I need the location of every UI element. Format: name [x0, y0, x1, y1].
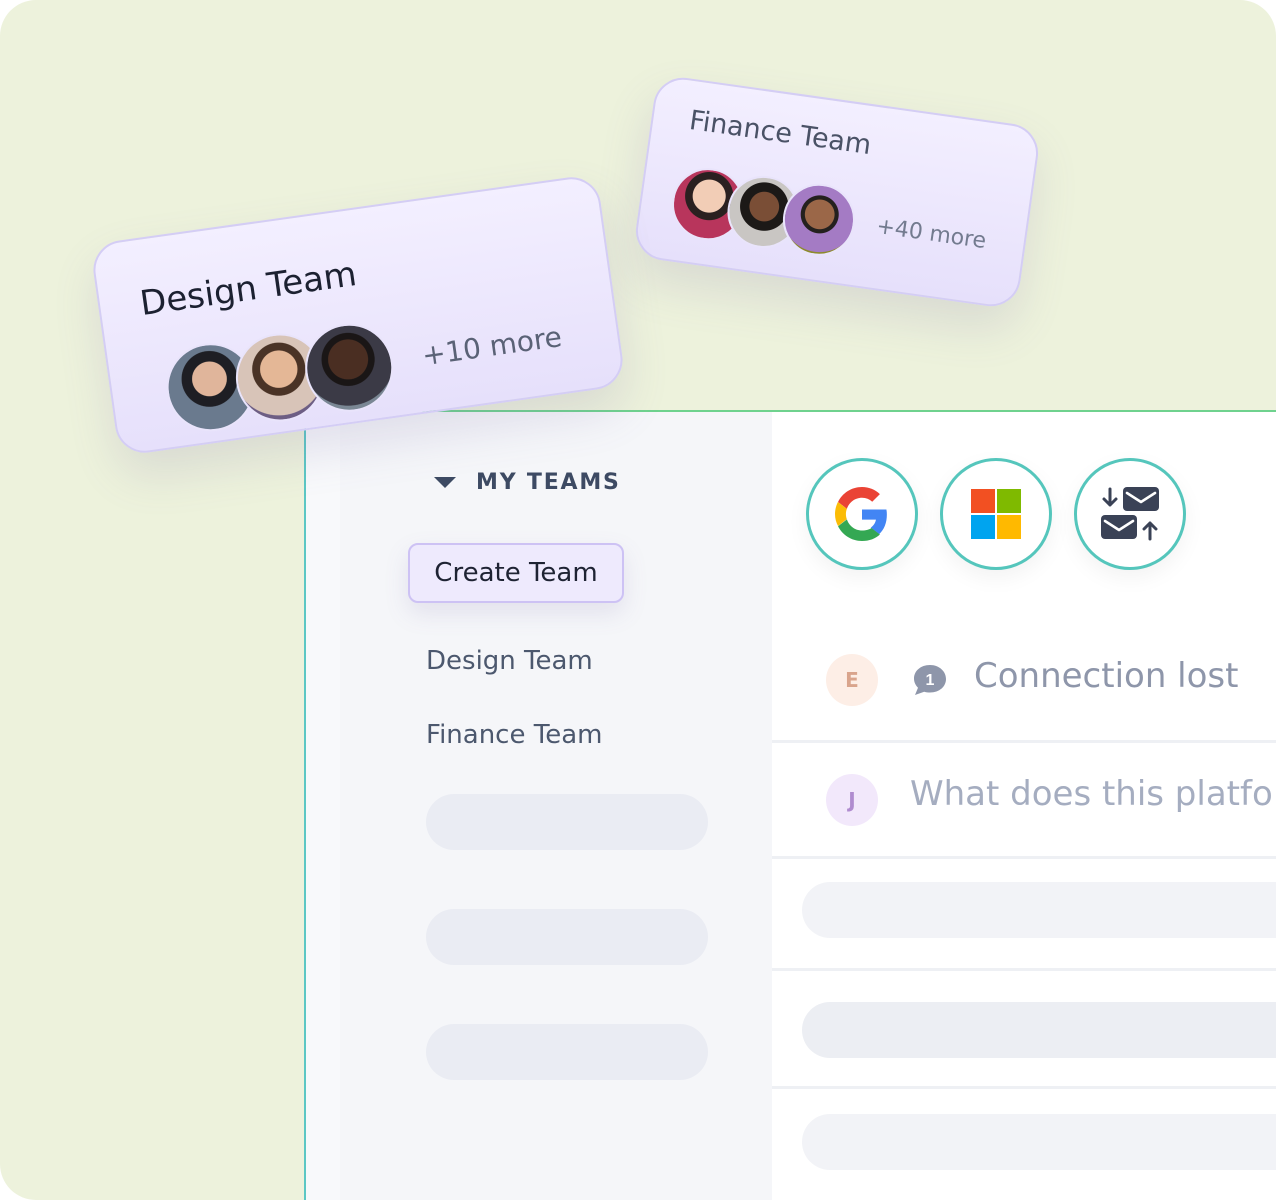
sidebar-placeholder — [426, 909, 708, 965]
sidebar-item-design-team[interactable]: Design Team — [426, 646, 593, 676]
my-teams-label: MY TEAMS — [476, 470, 621, 495]
mail-sync-button[interactable] — [1074, 458, 1186, 570]
card-title: Finance Team — [687, 104, 874, 162]
microsoft-icon — [971, 489, 1021, 539]
avatar: J — [826, 774, 878, 826]
create-team-button[interactable]: Create Team — [408, 543, 624, 603]
sidebar-item-finance-team[interactable]: Finance Team — [426, 720, 602, 750]
message-placeholder — [802, 1002, 1276, 1058]
more-count: +10 more — [420, 320, 564, 373]
message-placeholder — [802, 882, 1276, 938]
finance-team-card[interactable]: Finance Team +40 more — [632, 73, 1042, 311]
sidebar: MY TEAMS Create Team Design Team Finance… — [340, 412, 772, 1200]
comment-count-icon: 1 — [914, 665, 946, 695]
my-teams-toggle[interactable]: MY TEAMS — [434, 470, 621, 495]
provider-list — [806, 458, 1186, 570]
message-text: Connection lost — [974, 656, 1239, 696]
google-icon — [835, 487, 887, 541]
main-panel: E 1 Connection lost J What does this pla… — [772, 412, 1276, 1200]
card-title: Design Team — [137, 254, 360, 324]
microsoft-button[interactable] — [940, 458, 1052, 570]
avatar: E — [826, 654, 878, 706]
message-placeholder — [802, 1114, 1276, 1170]
caret-down-icon — [434, 477, 456, 488]
more-count: +40 more — [874, 213, 988, 255]
message-row[interactable]: J What does this platfo — [772, 740, 1276, 859]
message-row[interactable]: E 1 Connection lost — [772, 624, 1276, 743]
mail-sync-icon — [1101, 487, 1159, 541]
google-button[interactable] — [806, 458, 918, 570]
message-text: What does this platfo — [910, 774, 1273, 814]
app-window: MY TEAMS Create Team Design Team Finance… — [304, 410, 1276, 1200]
sidebar-placeholder — [426, 1024, 708, 1080]
svg-text:1: 1 — [926, 672, 935, 689]
canvas: MY TEAMS Create Team Design Team Finance… — [0, 0, 1276, 1200]
sidebar-placeholder — [426, 794, 708, 850]
